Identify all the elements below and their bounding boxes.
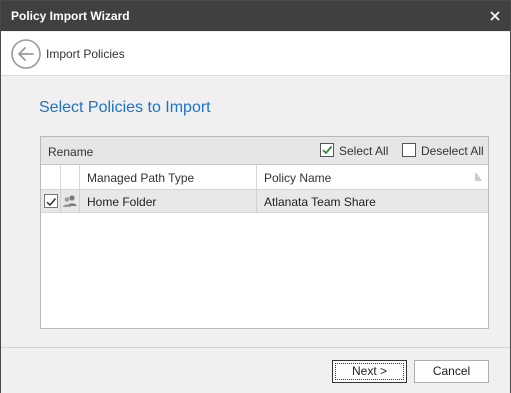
column-header-icon: [61, 165, 80, 189]
section-heading: Select Policies to Import: [39, 99, 211, 116]
back-button[interactable]: [10, 38, 42, 70]
close-button[interactable]: [484, 5, 506, 27]
checkmark-icon: [322, 145, 333, 155]
column-header-policy-name[interactable]: Policy Name: [257, 165, 488, 189]
wizard-nav-header: Import Policies: [1, 32, 510, 76]
deselect-all-label: Deselect All: [421, 144, 484, 158]
grid-toolbar: Rename Select All Deselect All: [41, 137, 488, 165]
deselect-all-box: [402, 143, 416, 157]
back-arrow-icon: [11, 39, 41, 69]
title-bar: Policy Import Wizard: [1, 1, 510, 31]
checkmark-icon: [46, 198, 57, 207]
column-header-managed-path-type[interactable]: Managed Path Type: [80, 165, 257, 189]
window-title: Policy Import Wizard: [11, 9, 130, 23]
managed-path-type-cell: Home Folder: [80, 190, 257, 212]
table-row[interactable]: Home Folder Atlanata Team Share: [41, 190, 488, 213]
wizard-footer: Next > Cancel: [1, 347, 510, 393]
deselect-all-checkbox[interactable]: Deselect All: [402, 143, 484, 159]
rename-button[interactable]: Rename: [48, 145, 93, 159]
grid-column-header: Managed Path Type Policy Name: [41, 165, 488, 190]
row-icon-cell: [61, 190, 80, 212]
users-icon: [63, 195, 77, 207]
column-header-label: Managed Path Type: [87, 171, 195, 185]
policy-import-wizard-window: Policy Import Wizard Import Policies Sel…: [0, 0, 511, 393]
sort-icon: [475, 173, 482, 181]
select-all-box: [320, 143, 334, 157]
cancel-button[interactable]: Cancel: [414, 360, 489, 383]
wizard-step-title: Import Policies: [46, 47, 125, 61]
row-check-cell: [41, 190, 61, 212]
select-all-label: Select All: [339, 144, 389, 158]
next-button-label: Next >: [351, 364, 387, 378]
column-header-label: Policy Name: [264, 171, 332, 185]
cancel-button-label: Cancel: [432, 364, 471, 378]
policy-name-cell: Atlanata Team Share: [257, 190, 488, 212]
managed-path-type-value: Home Folder: [87, 195, 157, 209]
close-icon: [490, 11, 500, 21]
policy-name-value: Atlanata Team Share: [264, 195, 376, 209]
row-checkbox[interactable]: [44, 194, 58, 208]
policies-grid: Rename Select All Deselect All Managed P…: [40, 136, 489, 329]
column-header-check: [41, 165, 61, 189]
next-button[interactable]: Next >: [332, 360, 407, 383]
select-all-checkbox[interactable]: Select All: [320, 143, 390, 159]
